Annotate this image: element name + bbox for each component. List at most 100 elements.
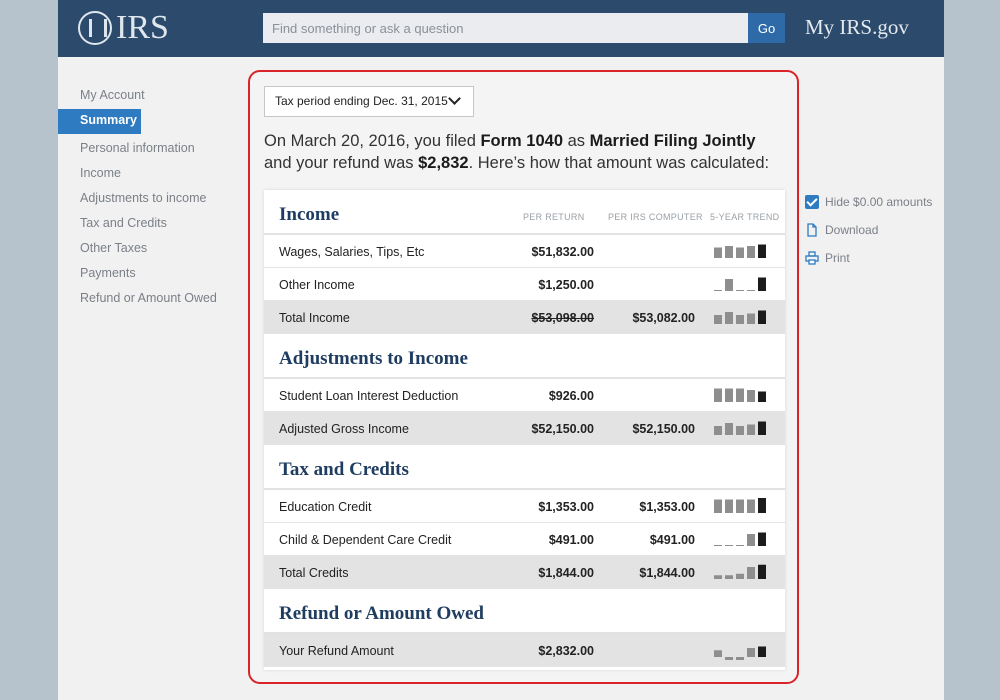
section-title: Adjustments to Income <box>279 348 468 369</box>
per-return-value: $1,844.00 <box>538 566 594 580</box>
trend-bar <box>725 499 733 513</box>
site-name-link[interactable]: My IRS.gov <box>805 15 909 40</box>
trend-bar <box>747 424 755 435</box>
trend-bar <box>736 573 744 579</box>
trend-bar <box>736 657 744 660</box>
trend-bar <box>736 388 744 402</box>
column-header-per-irs: PER IRS COMPUTER <box>608 212 703 222</box>
table-row: Other Income $1,250.00 <box>264 268 785 301</box>
sidebar-nav: My Account Summary Personal information Inc… <box>58 84 238 312</box>
trend-bar <box>736 499 744 513</box>
trend-bar <box>747 567 755 579</box>
trend-bar <box>758 277 766 291</box>
print-button[interactable]: Print <box>805 244 932 272</box>
summary-text-1: On March 20, 2016, you filed <box>264 132 481 150</box>
trend-bar <box>758 391 766 402</box>
hide-zero-checkbox[interactable]: Hide $0.00 amounts <box>805 188 932 216</box>
trend-bar <box>714 290 722 291</box>
trend-bar <box>714 545 722 546</box>
trend-bar <box>714 315 722 324</box>
row-label: Total Income <box>279 311 350 325</box>
trend-bar <box>714 388 722 402</box>
tax-summary-card: Tax period ending Dec. 31, 2015 On March… <box>248 70 799 684</box>
column-header-per-return: PER RETURN <box>523 212 585 222</box>
per-return-value: $52,150.00 <box>531 422 594 436</box>
trend-bar <box>736 247 744 258</box>
sidebar-item-my-account[interactable]: My Account <box>58 84 238 109</box>
sidebar-item-tax-and-credits[interactable]: Tax and Credits <box>58 212 238 237</box>
sidebar-item-personal-information[interactable]: Personal information <box>58 137 238 162</box>
trend-bar <box>736 315 744 324</box>
total-row: Total Income $53,098.00 $53,082.00 <box>264 301 785 334</box>
total-row: Adjusted Gross Income $52,150.00 $52,150.0… <box>264 412 785 445</box>
search-input[interactable] <box>263 13 748 43</box>
document-icon <box>807 223 817 237</box>
trend-bar <box>725 312 733 324</box>
trend-bar <box>747 499 755 513</box>
per-return-value: $2,832.00 <box>538 644 594 658</box>
five-year-trend-chart <box>714 421 766 435</box>
top-header: IRS Go My IRS.gov <box>58 0 944 57</box>
logo-text: IRS <box>116 9 169 46</box>
trend-bar <box>736 290 744 291</box>
trend-bar <box>758 564 766 579</box>
trend-bar <box>714 499 722 513</box>
per-return-value: $491.00 <box>548 533 594 547</box>
trend-bar <box>725 545 733 546</box>
sidebar-item-payments[interactable]: Payments <box>58 262 238 287</box>
table-row: Education Credit $1,353.00 $1,353.00 <box>264 490 785 523</box>
trend-bar <box>736 545 744 546</box>
trend-bar <box>758 244 766 258</box>
print-label: Print <box>825 251 850 265</box>
section-title: Income <box>279 204 340 225</box>
summary-refund: $2,832 <box>418 154 469 172</box>
per-return-value: $51,832.00 <box>531 245 594 259</box>
five-year-trend-chart <box>714 244 766 258</box>
trend-bar <box>725 246 733 258</box>
sidebar-item-adjustments-to-income[interactable]: Adjustments to income <box>58 187 238 212</box>
sidebar-item-other-taxes[interactable]: Other Taxes <box>58 237 238 262</box>
table-row: Student Loan Interest Deduction $926.00 <box>264 379 785 412</box>
trend-bar <box>747 246 755 258</box>
search-go-button[interactable]: Go <box>748 13 785 43</box>
table-row: Child & Dependent Care Credit $491.00 $491… <box>264 523 785 556</box>
section-header: Refund or Amount Owed <box>264 589 785 634</box>
per-irs-value: $52,150.00 <box>632 422 695 436</box>
per-return-value: $1,353.00 <box>538 500 594 514</box>
row-label: Student Loan Interest Deduction <box>279 389 459 403</box>
trend-bar <box>758 310 766 324</box>
trend-bar <box>725 657 733 660</box>
download-button[interactable]: Download <box>805 216 932 244</box>
trend-bar <box>747 534 755 546</box>
column-header-trend: 5-YEAR TREND <box>710 212 780 222</box>
filing-summary-text: On March 20, 2016, you filed Form 1040 a… <box>264 130 784 174</box>
tax-period-select[interactable]: Tax period ending Dec. 31, 2015 <box>264 86 474 117</box>
eagle-seal-icon <box>78 11 112 45</box>
summary-text-2: as <box>563 132 590 150</box>
trend-bar <box>747 290 755 291</box>
per-irs-value: $53,082.00 <box>632 311 695 325</box>
sidebar-item-summary[interactable]: Summary <box>58 109 141 134</box>
trend-bar <box>758 498 766 513</box>
trend-bar <box>725 388 733 402</box>
sidebar-item-refund-or-amount-owed[interactable]: Refund or Amount Owed <box>58 287 238 312</box>
irs-logo[interactable]: IRS <box>78 10 169 46</box>
five-year-trend-chart <box>714 277 766 291</box>
printer-icon <box>805 251 819 265</box>
row-label: Total Credits <box>279 566 349 580</box>
row-label: Your Refund Amount <box>279 644 394 658</box>
per-irs-value: $1,353.00 <box>639 500 695 514</box>
trend-bar <box>747 390 755 402</box>
per-irs-value: $1,844.00 <box>639 566 695 580</box>
trend-bar <box>714 575 722 579</box>
tax-period-value: Tax period ending Dec. 31, 2015 <box>275 94 448 108</box>
row-label: Other Income <box>279 278 355 292</box>
summary-text-3: and your refund was <box>264 154 419 172</box>
row-label: Wages, Salaries, Tips, Etc <box>279 245 425 259</box>
trend-bar <box>714 247 722 258</box>
trend-bar <box>725 279 733 291</box>
sidebar-item-income[interactable]: Income <box>58 162 238 187</box>
trend-bar <box>747 648 755 657</box>
summary-form: Form 1040 <box>480 132 564 150</box>
summary-filing-status: Married Filing Jointly <box>589 132 756 150</box>
